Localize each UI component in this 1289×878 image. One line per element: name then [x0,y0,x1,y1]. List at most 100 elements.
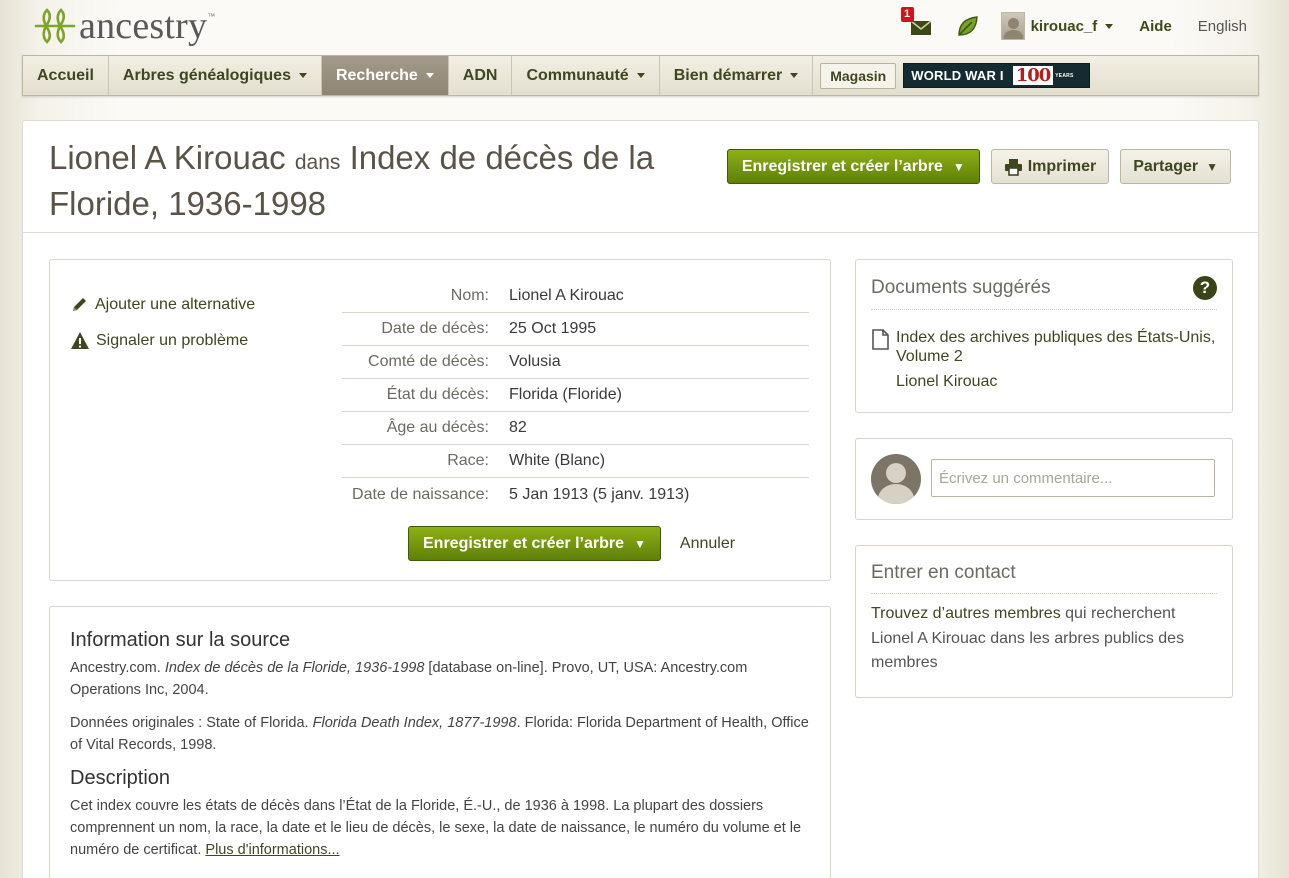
fact-label: Âge au décès: [386,419,489,436]
user-avatar [871,454,921,504]
fact-value: Florida (Floride) [509,386,622,403]
message-count-badge: 1 [900,7,914,22]
printer-icon [1004,158,1022,176]
leaf-hint-icon [957,16,978,36]
button-label: Enregistrer et créer l’arbre [423,534,624,552]
widget-header: Documents suggérés ? [871,276,1217,310]
record-details-panel: Ajouter une alternative Signaler un prob… [49,259,831,581]
user-menu[interactable]: kirouac_f [1000,12,1114,40]
warning-icon [71,332,89,349]
fact-value: 82 [509,419,527,436]
suggested-record-item[interactable]: Index des archives publiques des États-U… [871,328,1217,391]
nav-label: Bien démarrer [673,66,783,84]
report-problem-link[interactable]: Signaler un problème [70,330,255,351]
more-info-link[interactable]: Plus d'informations... [205,842,339,858]
chevron-down-icon [636,73,645,78]
page-title: Lionel A Kirouac dans Index de décès de … [49,137,709,224]
fact-label: Race: [447,452,489,469]
contact-heading: Entrer en contact [871,562,1016,583]
nav-getting-started[interactable]: Bien démarrer [660,56,814,95]
fact-label: Date de décès: [381,320,489,337]
button-label: Imprimer [1027,157,1097,175]
help-icon[interactable]: ? [1193,276,1217,300]
pencil-icon [73,298,86,311]
main-nav: Accueil Arbres généalogiques Recherche A… [22,55,1259,96]
leaf-logo-icon [34,8,76,44]
language-link[interactable]: English [1198,18,1247,35]
fact-row-death-state: État du décès: Florida (Floride) [342,379,809,412]
citation-title: Index de décès de la Floride, 1936-1998 [164,660,425,676]
fact-label: Nom: [450,287,489,304]
fact-value: 25 Oct 1995 [509,320,597,337]
triangle-down-icon: ▼ [952,159,965,174]
suggested-record-title[interactable]: Index des archives publiques des États-U… [896,328,1217,366]
fact-value: 5 Jan 1913 (5 janv. 1913) [509,485,690,503]
fact-row-name: Nom: Lionel A Kirouac [342,280,809,313]
fact-value: Lionel A Kirouac [509,287,624,304]
hints-button[interactable] [955,13,981,39]
fact-row-age: Âge au décès: 82 [342,412,809,445]
header-actions: Enregistrer et créer l’arbre ▼ Imprimer … [726,149,1231,184]
fact-label: Date de naissance: [352,485,489,503]
divider [23,232,1258,233]
fact-value: White (Blanc) [509,452,606,469]
comment-panel [855,438,1233,520]
title-connector: dans [294,151,341,174]
ancestry-logo[interactable]: ancestry ™ [33,6,215,46]
nav-label: Recherche [335,66,418,84]
ww1-banner-years: YEARS [1055,72,1074,79]
triangle-down-icon: ▼ [1206,159,1218,174]
add-alternative-link[interactable]: Ajouter une alternative [70,294,255,315]
nav-label: ADN [462,66,498,84]
suggested-record-person: Lionel Kirouac [896,373,998,390]
link-label: Signaler un problème [96,331,249,349]
contact-panel: Entrer en contact Trouvez d’autres membr… [855,545,1233,698]
fact-value: Volusia [509,353,561,370]
widget-header: Entrer en contact [871,562,1217,594]
chevron-down-icon [298,73,307,78]
ww1-banner-text: WORLD WAR I [911,68,1004,83]
messages-button[interactable]: 1 [900,7,933,39]
nav-search[interactable]: Recherche [321,56,449,95]
button-label: Partager [1133,157,1199,175]
citation-prefix: Ancestry.com. [70,660,165,676]
nav-community[interactable]: Communauté [512,56,660,95]
ww1-banner[interactable]: WORLD WAR I 100 YEARS [903,63,1091,88]
original-prefix: Données originales : State of Florida. [70,715,313,731]
original-data: Données originales : State of Florida. F… [70,712,810,756]
description-heading: Description [70,767,171,789]
comment-input[interactable] [931,459,1215,497]
record-card: Lionel A Kirouac dans Index de décès de … [22,120,1259,878]
record-facts-table: Nom: Lionel A Kirouac Date de décès: 25 … [342,280,809,511]
fact-row-race: Race: White (Blanc) [342,445,809,478]
share-button[interactable]: Partager ▼ [1120,149,1231,184]
user-avatar [1000,12,1025,40]
chevron-down-icon [790,73,799,78]
nav-family-trees[interactable]: Arbres généalogiques [109,56,322,95]
document-icon [872,329,889,350]
save-create-tree-button[interactable]: Enregistrer et créer l’arbre ▼ [408,526,661,561]
cancel-link[interactable]: Annuler [680,535,735,553]
button-label: Enregistrer et créer l’arbre [741,157,943,175]
print-button[interactable]: Imprimer [990,149,1110,184]
nav-home[interactable]: Accueil [23,56,109,95]
nav-dna[interactable]: ADN [449,56,513,95]
record-person-name: Lionel A Kirouac [49,139,286,176]
header-utilities: 1 kirouac_f Aide English [900,7,1247,42]
nav-label: Communauté [526,66,629,84]
save-create-tree-button[interactable]: Enregistrer et créer l’arbre ▼ [726,149,980,184]
source-info-panel: Information sur la source Ancestry.com. … [49,606,831,878]
description-body: Cet index couvre les états de décès dans… [70,798,802,858]
brand-wordmark: ancestry [79,5,208,47]
fact-row-birth-date: Date de naissance: 5 Jan 1913 (5 janv. 1… [342,478,809,511]
store-button[interactable]: Magasin [820,62,897,89]
suggested-records-panel: Documents suggérés ? Index des archives … [855,259,1233,413]
help-link[interactable]: Aide [1139,18,1172,35]
suggested-heading: Documents suggérés [871,277,1051,298]
fact-label: État du décès: [386,386,489,403]
fact-row-death-county: Comté de décès: Volusia [342,346,809,379]
chevron-down-icon [425,73,434,78]
find-members-link[interactable]: Trouvez d’autres membres [871,605,1061,622]
nav-label: Accueil [37,66,94,84]
fact-label: Comté de décès: [368,353,489,370]
